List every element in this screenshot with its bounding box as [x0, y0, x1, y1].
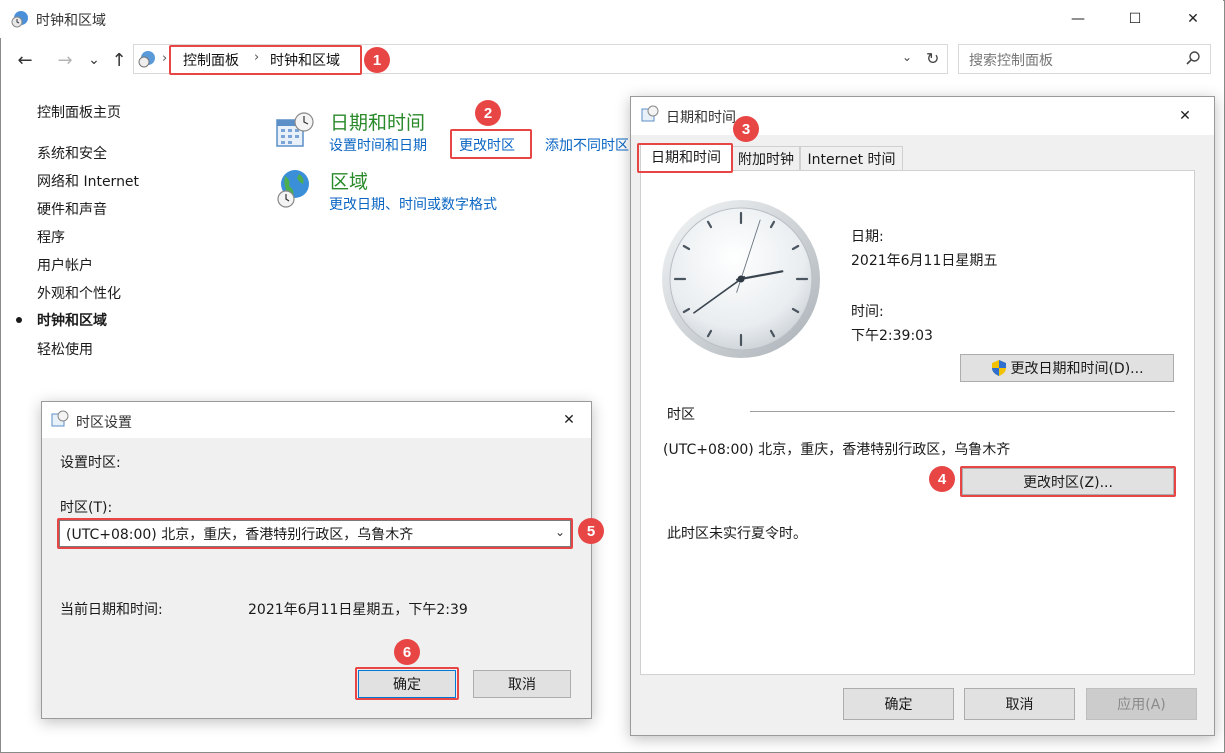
- current-datetime-label: 当前日期和时间:: [60, 602, 163, 618]
- minimize-button[interactable]: —: [1055, 0, 1101, 38]
- category-region-title[interactable]: 区域: [330, 167, 368, 194]
- timezone-dialog-close-button[interactable]: ✕: [546, 402, 592, 438]
- sidebar-item-programs[interactable]: 程序: [37, 227, 65, 247]
- annotation-badge-6: 6: [394, 639, 420, 665]
- datetime-dialog-title: 日期和时间: [666, 110, 736, 126]
- window-title: 时钟和区域: [36, 13, 106, 29]
- link-change-formats[interactable]: 更改日期、时间或数字格式: [329, 194, 497, 214]
- time-label: 时间:: [851, 304, 884, 320]
- search-icon[interactable]: [1185, 50, 1201, 66]
- tab-internet-time[interactable]: Internet 时间: [800, 146, 903, 170]
- category-datetime-title[interactable]: 日期和时间: [330, 108, 425, 135]
- datetime-apply-button[interactable]: 应用(A): [1086, 688, 1197, 720]
- back-icon[interactable]: ←: [13, 48, 37, 72]
- sidebar-item-system-security[interactable]: 系统和安全: [37, 143, 107, 163]
- control-panel-icon: [138, 51, 155, 68]
- calendar-clock-icon: [276, 112, 314, 147]
- annotation-box-4: [960, 466, 1176, 497]
- annotation-box-6: [355, 667, 459, 700]
- dst-note: 此时区未实行夏令时。: [667, 526, 807, 542]
- datetime-dialog-icon: [641, 105, 659, 122]
- sidebar-item-user-accounts[interactable]: 用户帐户: [37, 255, 93, 275]
- globe-clock-icon: [277, 170, 309, 208]
- timezone-value: (UTC+08:00) 北京，重庆，香港特别行政区，乌鲁木齐: [663, 442, 1011, 458]
- analog-clock: [662, 200, 820, 358]
- recent-locations-icon[interactable]: ⌄: [82, 48, 106, 72]
- set-timezone-label: 设置时区:: [60, 455, 121, 471]
- annotation-badge-5: 5: [578, 518, 604, 544]
- sidebar-item-hardware-sound[interactable]: 硬件和声音: [37, 199, 107, 219]
- up-icon[interactable]: ↑: [107, 48, 131, 72]
- sidebar-item-appearance[interactable]: 外观和个性化: [37, 283, 121, 303]
- datetime-ok-button[interactable]: 确定: [843, 688, 954, 720]
- timezone-section-label: 时区: [667, 407, 695, 423]
- chevron-down-icon[interactable]: ⌄: [902, 50, 912, 64]
- change-datetime-label: 更改日期和时间(D)...: [1010, 361, 1144, 377]
- link-set-time-date[interactable]: 设置时间和日期: [329, 135, 427, 155]
- datetime-cancel-button[interactable]: 取消: [964, 688, 1075, 720]
- tab-additional-clocks[interactable]: 附加时钟: [732, 146, 800, 170]
- timezone-dialog-icon: [51, 410, 69, 427]
- annotation-box-3: [637, 143, 733, 173]
- title-bar: [0, 0, 1223, 38]
- change-datetime-button[interactable]: 更改日期和时间(D)...: [960, 354, 1174, 382]
- search-input[interactable]: 搜索控制面板: [969, 50, 1053, 70]
- sidebar-home-link[interactable]: 控制面板主页: [37, 102, 121, 122]
- current-datetime-value: 2021年6月11日星期五，下午2:39: [248, 602, 468, 618]
- close-button[interactable]: ✕: [1170, 0, 1216, 38]
- sidebar-item-network[interactable]: 网络和 Internet: [37, 171, 139, 191]
- timezone-cancel-button[interactable]: 取消: [473, 670, 571, 698]
- forward-icon[interactable]: →: [53, 48, 77, 72]
- annotation-badge-2: 2: [475, 100, 501, 126]
- datetime-dialog-close-button[interactable]: ✕: [1162, 97, 1208, 135]
- date-label: 日期:: [851, 229, 884, 245]
- sidebar-item-clock-region[interactable]: 时钟和区域: [37, 310, 107, 330]
- annotation-badge-4: 4: [929, 466, 955, 492]
- clock-region-icon: [11, 11, 28, 28]
- annotation-box-1: [169, 45, 362, 75]
- annotation-badge-3: 3: [733, 116, 759, 142]
- chevron-right-icon: ›: [162, 51, 168, 66]
- uac-shield-icon: [992, 360, 1007, 376]
- date-value: 2021年6月11日星期五: [851, 253, 998, 269]
- time-value: 下午2:39:03: [851, 328, 933, 344]
- refresh-icon[interactable]: ↻: [926, 45, 946, 71]
- timezone-field-label: 时区(T):: [60, 500, 113, 516]
- link-add-clocks[interactable]: 添加不同时区: [545, 135, 635, 155]
- annotation-box-2: [450, 129, 532, 159]
- sidebar-item-ease-of-access[interactable]: 轻松使用: [37, 339, 93, 359]
- annotation-box-5: [57, 518, 573, 549]
- timezone-divider: [750, 411, 1175, 412]
- maximize-button[interactable]: ☐: [1112, 0, 1158, 38]
- active-bullet-icon: [16, 317, 22, 323]
- timezone-dialog-title: 时区设置: [76, 415, 132, 431]
- annotation-badge-1: 1: [364, 47, 390, 73]
